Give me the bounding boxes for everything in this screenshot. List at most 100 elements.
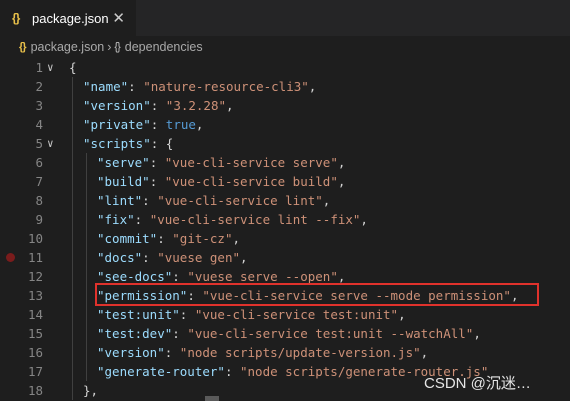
breadcrumb-file[interactable]: package.json bbox=[31, 40, 105, 54]
json-file-icon: {} bbox=[19, 41, 27, 53]
line-number: 16 bbox=[27, 345, 43, 360]
fold-chevron-icon[interactable]: ∨ bbox=[47, 134, 54, 153]
json-key: "see-docs" bbox=[97, 269, 173, 284]
watermark: CSDN @沉迷… bbox=[424, 375, 531, 392]
punctuation: : bbox=[128, 79, 144, 94]
line-number: 14 bbox=[27, 307, 43, 322]
json-key: "version" bbox=[83, 98, 151, 113]
json-string: "vue-cli-service build" bbox=[164, 174, 338, 189]
horizontal-scrollbar-thumb[interactable] bbox=[205, 396, 219, 401]
json-key: "docs" bbox=[97, 250, 143, 265]
highlight-box bbox=[95, 283, 539, 306]
code-line[interactable]: 6 "serve": "vue-cli-service serve", bbox=[0, 153, 570, 172]
code-line[interactable]: 14 "test:unit": "vue-cli-service test:uni… bbox=[0, 305, 570, 324]
code-text: "test:dev": "vue-cli-service test:unit -… bbox=[97, 324, 481, 343]
line-number: 4 bbox=[35, 117, 43, 132]
json-key: "lint" bbox=[97, 193, 143, 208]
code-text: "test:unit": "vue-cli-service test:unit"… bbox=[97, 305, 406, 324]
punctuation: : bbox=[150, 117, 166, 132]
code-text: "fix": "vue-cli-service lint --fix", bbox=[97, 210, 368, 229]
json-string: "vuese gen" bbox=[157, 250, 241, 265]
punctuation: { bbox=[69, 60, 77, 75]
code-line[interactable]: 5 ∨ "scripts": { bbox=[0, 134, 570, 153]
json-string: "3.2.28" bbox=[165, 98, 227, 113]
fold-chevron-icon[interactable]: ∨ bbox=[47, 58, 54, 77]
line-number: 5 bbox=[35, 136, 43, 151]
json-string: "git-cz" bbox=[172, 231, 233, 246]
punctuation: : bbox=[224, 364, 240, 379]
json-key: "scripts" bbox=[83, 136, 151, 151]
punctuation: , bbox=[337, 174, 346, 189]
object-icon: {} bbox=[114, 41, 120, 53]
punctuation: }, bbox=[83, 383, 99, 398]
punctuation: : bbox=[149, 155, 165, 170]
code-editor[interactable]: 1 ∨ {2 "name": "nature-resource-cli3", 3 "ver… bbox=[0, 58, 570, 401]
json-key: "private" bbox=[83, 117, 151, 132]
code-line[interactable]: 15 "test:dev": "vue-cli-service test:unit… bbox=[0, 324, 570, 343]
chevron-right-icon: › bbox=[107, 40, 112, 54]
punctuation: : bbox=[157, 231, 173, 246]
json-string: "vue-cli-service serve" bbox=[164, 155, 338, 170]
tab-package-json[interactable]: {} package.json ✕ bbox=[0, 0, 136, 36]
punctuation: : bbox=[149, 174, 165, 189]
json-key: "name" bbox=[83, 79, 129, 94]
punctuation: , bbox=[420, 345, 429, 360]
json-key: "fix" bbox=[97, 212, 135, 227]
punctuation: : bbox=[172, 269, 188, 284]
code-line[interactable]: 3 "version": "3.2.28", bbox=[0, 96, 570, 115]
punctuation: , bbox=[195, 117, 204, 132]
code-text: "name": "nature-resource-cli3", bbox=[83, 77, 316, 96]
json-string: "vue-cli-service lint --fix" bbox=[149, 212, 361, 227]
code-text: { bbox=[69, 58, 77, 77]
code-text: "commit": "git-cz", bbox=[97, 229, 240, 248]
code-line[interactable]: 1 ∨ { bbox=[0, 58, 570, 77]
punctuation: : bbox=[179, 307, 195, 322]
code-text: "scripts": { bbox=[83, 134, 173, 153]
code-line[interactable]: 9 "fix": "vue-cli-service lint --fix", bbox=[0, 210, 570, 229]
code-line[interactable]: 8 "lint": "vue-cli-service lint", bbox=[0, 191, 570, 210]
code-text: "version": "3.2.28", bbox=[83, 96, 234, 115]
line-number: 13 bbox=[27, 288, 43, 303]
line-number: 8 bbox=[35, 193, 43, 208]
code-text: "build": "vue-cli-service build", bbox=[97, 172, 345, 191]
code-text: "private": true, bbox=[83, 115, 203, 134]
punctuation: , bbox=[398, 307, 406, 322]
punctuation: : bbox=[164, 345, 180, 360]
line-number: 9 bbox=[35, 212, 43, 227]
breadcrumb-node[interactable]: dependencies bbox=[125, 40, 203, 54]
json-string: "node scripts/update-version.js" bbox=[179, 345, 421, 360]
json-key: "test:unit" bbox=[97, 307, 180, 322]
line-number: 12 bbox=[27, 269, 43, 284]
code-line[interactable]: 10 "commit": "git-cz", bbox=[0, 229, 570, 248]
json-string: "vue-cli-service test:unit --watchAll" bbox=[187, 326, 474, 341]
json-string: "nature-resource-cli3" bbox=[143, 79, 309, 94]
punctuation: , bbox=[473, 326, 481, 341]
line-number: 11 bbox=[27, 250, 43, 265]
line-number: 1 bbox=[35, 60, 43, 75]
punctuation: , bbox=[240, 250, 248, 265]
line-number: 3 bbox=[35, 98, 43, 113]
punctuation: , bbox=[226, 98, 234, 113]
code-line[interactable]: 11 "docs": "vuese gen", bbox=[0, 248, 570, 267]
code-line[interactable]: 4 "private": true, bbox=[0, 115, 570, 134]
line-number: 2 bbox=[35, 79, 43, 94]
code-text: "lint": "vue-cli-service lint", bbox=[97, 191, 330, 210]
json-string: "vue-cli-service test:unit" bbox=[194, 307, 399, 322]
code-line[interactable]: 2 "name": "nature-resource-cli3", bbox=[0, 77, 570, 96]
json-key: "generate-router" bbox=[97, 364, 225, 379]
punctuation: : bbox=[142, 193, 158, 208]
code-text: "docs": "vuese gen", bbox=[97, 248, 248, 267]
punctuation: : bbox=[150, 98, 166, 113]
punctuation: , bbox=[337, 155, 346, 170]
punctuation: , bbox=[360, 212, 368, 227]
tab-label: package.json bbox=[32, 10, 109, 26]
line-number: 7 bbox=[35, 174, 43, 189]
punctuation: : bbox=[134, 212, 150, 227]
code-line[interactable]: 16 "version": "node scripts/update-versio… bbox=[0, 343, 570, 362]
code-text: }, bbox=[83, 381, 98, 400]
line-number: 17 bbox=[27, 364, 43, 379]
code-text: "serve": "vue-cli-service serve", bbox=[97, 153, 345, 172]
close-icon[interactable]: ✕ bbox=[112, 9, 125, 27]
code-line[interactable]: 7 "build": "vue-cli-service build", bbox=[0, 172, 570, 191]
json-file-icon: {} bbox=[12, 11, 20, 25]
